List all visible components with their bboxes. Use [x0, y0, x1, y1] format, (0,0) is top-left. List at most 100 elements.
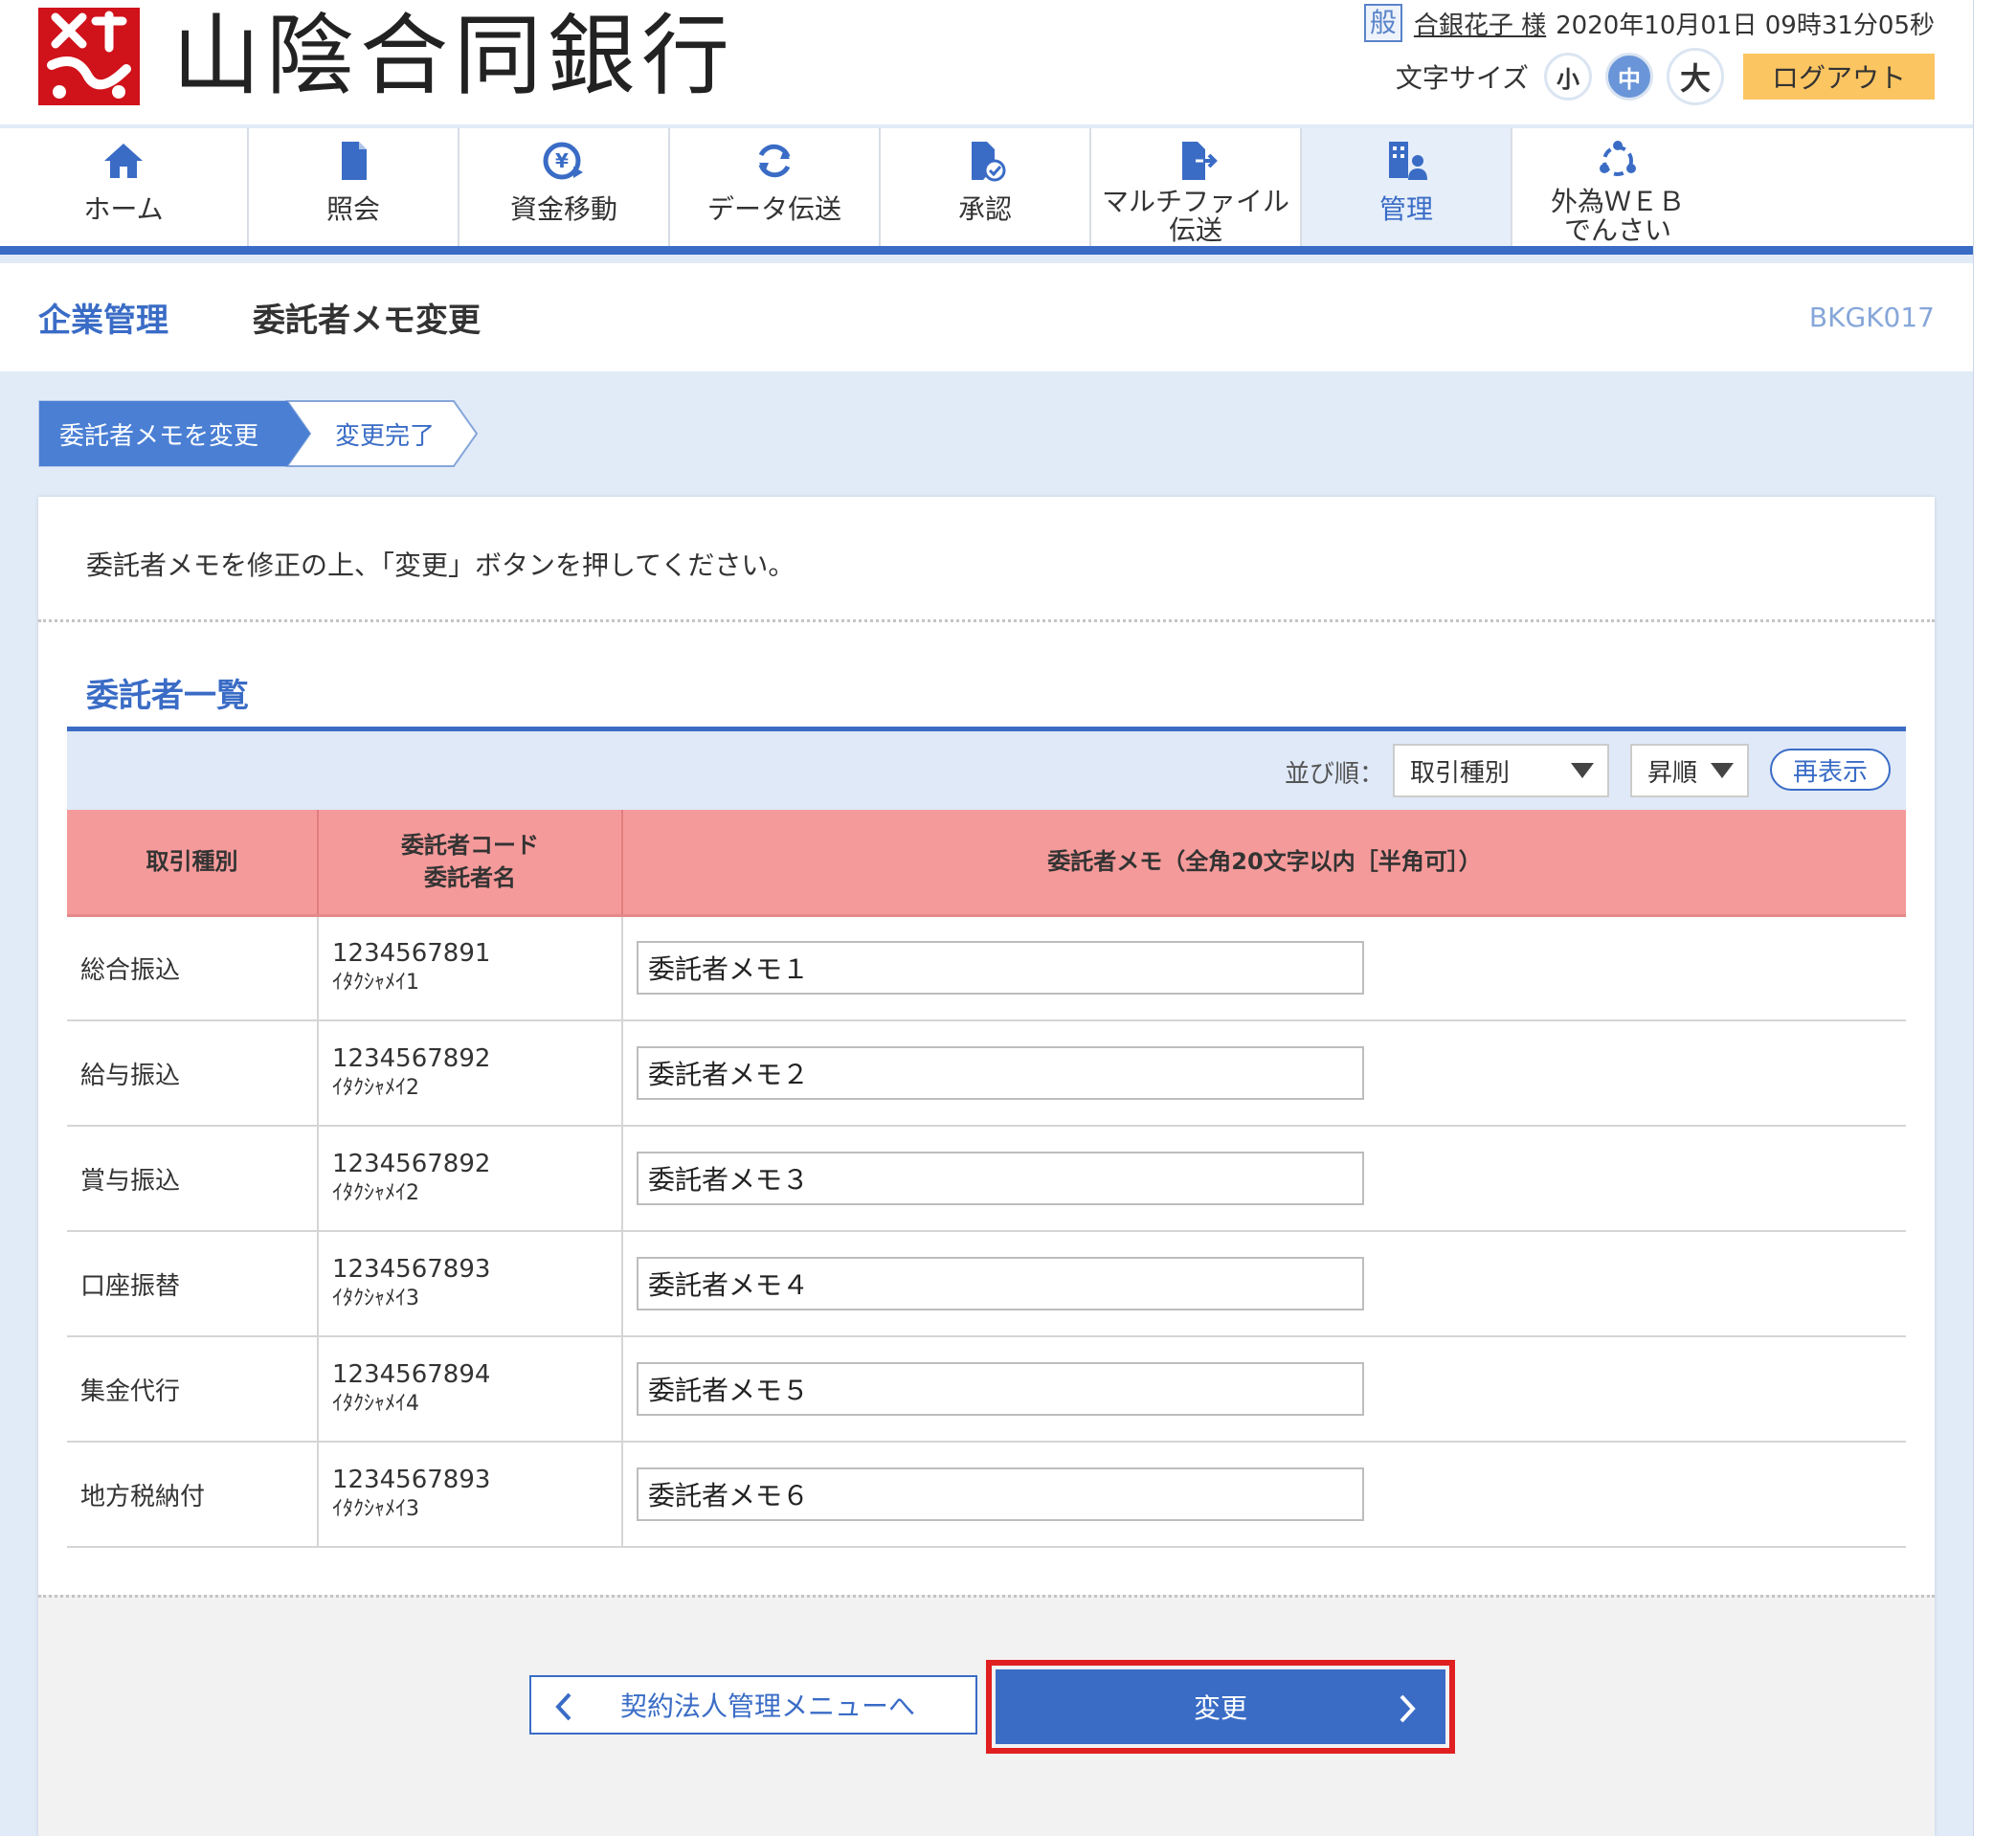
page-title-bar: 企業管理 委託者メモ変更 BKGK017: [0, 263, 1973, 371]
cell-code-name: 1234567894 ｲﾀｸｼｬﾒｲ4: [318, 1336, 623, 1443]
consignor-table: 取引種別 委託者コード 委託者名 委託者メモ（全角20文字以内［半角可］） 総合…: [67, 810, 1906, 1548]
table-row: 給与振込 1234567892 ｲﾀｸｼｬﾒｲ2: [67, 1020, 1906, 1127]
nav-item-home[interactable]: ホーム: [0, 128, 249, 246]
consignor-code: 1234567894: [332, 1360, 491, 1389]
scrollbar-track[interactable]: [1973, 0, 2016, 1836]
bank-name: 山陰合同銀行: [172, 5, 736, 107]
section-title: 委託者一覧: [86, 677, 249, 715]
consignor-code: 1234567891: [332, 939, 491, 969]
nav-item-approval[interactable]: 承認: [881, 128, 1091, 246]
home-icon: [95, 134, 152, 188]
memo-input[interactable]: [637, 941, 1364, 996]
nav-label: ホーム: [83, 193, 164, 225]
cell-code-name: 1234567892 ｲﾀｸｼｬﾒｲ2: [318, 1126, 623, 1232]
cell-type: 集金代行: [67, 1336, 319, 1443]
cell-type: 総合振込: [67, 915, 319, 1021]
memo-input[interactable]: [637, 1152, 1364, 1205]
user-kind-badge: 般: [1363, 4, 1402, 42]
sort-order-select[interactable]: 昇順: [1630, 744, 1749, 797]
font-size-small-button[interactable]: 小: [1544, 53, 1592, 101]
svg-text:¥: ¥: [555, 149, 569, 172]
page-title: 委託者メモ変更: [253, 302, 481, 340]
sort-field-select[interactable]: 取引種別: [1393, 744, 1609, 797]
consignor-name: ｲﾀｸｼｬﾒｲ3: [332, 1287, 419, 1310]
page-category: 企業管理: [38, 302, 168, 340]
consignor-code: 1234567892: [332, 1044, 491, 1073]
divider: [38, 1595, 1935, 1598]
sort-label: 並び順：: [1284, 760, 1384, 789]
cell-code-name: 1234567892 ｲﾀｸｼｬﾒｲ2: [318, 1020, 623, 1127]
chevron-down-icon: [1571, 763, 1594, 778]
bank-logo-icon: [38, 8, 140, 105]
header-code-name: 委託者コード 委託者名: [318, 810, 623, 917]
back-to-menu-button[interactable]: 契約法人管理メニューへ: [529, 1675, 977, 1735]
yen-transfer-icon: ¥: [535, 134, 593, 188]
memo-input[interactable]: [637, 1046, 1364, 1100]
sort-field-value: 取引種別: [1410, 758, 1511, 788]
chevron-right-icon: [1400, 1694, 1416, 1723]
cell-type: 賞与振込: [67, 1126, 319, 1232]
back-button-label: 契約法人管理メニューへ: [619, 1690, 915, 1722]
memo-input[interactable]: [637, 1362, 1364, 1416]
instruction-text: 委託者メモを修正の上、「変更」ボタンを押してください。: [86, 549, 795, 581]
action-area: 契約法人管理メニューへ 変更: [38, 1595, 1935, 1836]
step-current: 委託者メモを変更: [59, 421, 259, 451]
cell-memo: [622, 1126, 1906, 1232]
font-size-large-button[interactable]: 大: [1667, 48, 1724, 105]
cell-type: 口座振替: [67, 1231, 319, 1337]
header-memo: 委託者メモ（全角20文字以内［半角可］）: [622, 810, 1906, 917]
consignor-name: ｲﾀｸｼｬﾒｲ3: [332, 1497, 419, 1521]
nav-item-forex-densai[interactable]: 外為ＷＥＢ でんさい: [1512, 128, 1723, 246]
font-size-label: 文字サイズ: [1395, 62, 1529, 94]
font-size-controls: 文字サイズ 小 中 大 ログアウト: [1396, 48, 1935, 105]
header-type: 取引種別: [67, 810, 319, 917]
cell-code-name: 1234567893 ｲﾀｸｼｬﾒｲ3: [318, 1231, 623, 1337]
approve-document-icon: [956, 134, 1014, 188]
consignor-code: 1234567893: [332, 1466, 491, 1494]
nav-label: 照会: [325, 193, 380, 225]
main-panel: 委託者メモを修正の上、「変更」ボタンを押してください。 委託者一覧 並び順： 取…: [38, 497, 1935, 1836]
redisplay-button[interactable]: 再表示: [1770, 749, 1891, 791]
nav-label-line1: 外為ＷＥＢ: [1550, 186, 1685, 217]
nav-item-inquiry[interactable]: 照会: [249, 128, 459, 246]
nav-label: 外為ＷＥＢ でんさい: [1551, 188, 1685, 245]
table-row: 集金代行 1234567894 ｲﾀｸｼｬﾒｲ4: [67, 1336, 1906, 1443]
table-row: 総合振込 1234567891 ｲﾀｸｼｬﾒｲ1: [67, 915, 1906, 1021]
table-row: 賞与振込 1234567892 ｲﾀｸｼｬﾒｲ2: [67, 1126, 1906, 1232]
change-button[interactable]: 変更: [996, 1669, 1445, 1744]
nav-label: マルチファイル 伝送: [1102, 188, 1289, 245]
nav-label: 資金移動: [509, 193, 617, 225]
font-size-medium-button[interactable]: 中: [1605, 53, 1653, 101]
consignor-name: ｲﾀｸｼｬﾒｲ2: [332, 1181, 419, 1205]
logout-button[interactable]: ログアウト: [1743, 54, 1935, 100]
table-header-row: 取引種別 委託者コード 委託者名 委託者メモ（全角20文字以内［半角可］）: [67, 810, 1906, 917]
chevron-down-icon: [1711, 763, 1734, 778]
memo-input[interactable]: [637, 1467, 1364, 1521]
page-background: 山陰合同銀行 般 合銀花子 様 2020年10月01日 09時31分05秒 文字…: [0, 0, 1973, 1836]
cell-memo: [622, 1336, 1906, 1443]
cell-code-name: 1234567893 ｲﾀｸｼｬﾒｲ3: [318, 1442, 623, 1548]
sort-order-value: 昇順: [1647, 758, 1698, 788]
nav-item-management[interactable]: 管理: [1302, 128, 1512, 246]
site-header: 山陰合同銀行 般 合銀花子 様 2020年10月01日 09時31分05秒 文字…: [0, 0, 1973, 124]
nav-label-line2: 伝送: [1168, 214, 1222, 246]
user-name-link[interactable]: 合銀花子 様: [1414, 6, 1546, 41]
nav-label-line2: でんさい: [1563, 214, 1671, 246]
cell-memo: [622, 1231, 1906, 1337]
change-button-label: 変更: [1193, 1692, 1247, 1724]
nav-label: 承認: [957, 193, 1012, 225]
nav-item-multifile-transfer[interactable]: マルチファイル 伝送: [1091, 128, 1302, 246]
nav-label: 管理: [1378, 193, 1433, 225]
document-icon: [325, 134, 382, 188]
nav-item-data-transfer[interactable]: データ伝送: [670, 128, 881, 246]
cell-type: 給与振込: [67, 1020, 319, 1127]
header-name: 委託者名: [424, 864, 516, 892]
consignor-name: ｲﾀｸｼｬﾒｲ2: [332, 1076, 419, 1100]
screen-id: BKGK017: [1808, 302, 1935, 333]
cell-memo: [622, 1020, 1906, 1127]
nav-label: データ伝送: [706, 193, 841, 225]
nav-item-fund-transfer[interactable]: ¥ 資金移動: [459, 128, 670, 246]
cell-type: 地方税納付: [67, 1442, 319, 1548]
refresh-icon: [746, 134, 803, 188]
memo-input[interactable]: [637, 1257, 1364, 1310]
